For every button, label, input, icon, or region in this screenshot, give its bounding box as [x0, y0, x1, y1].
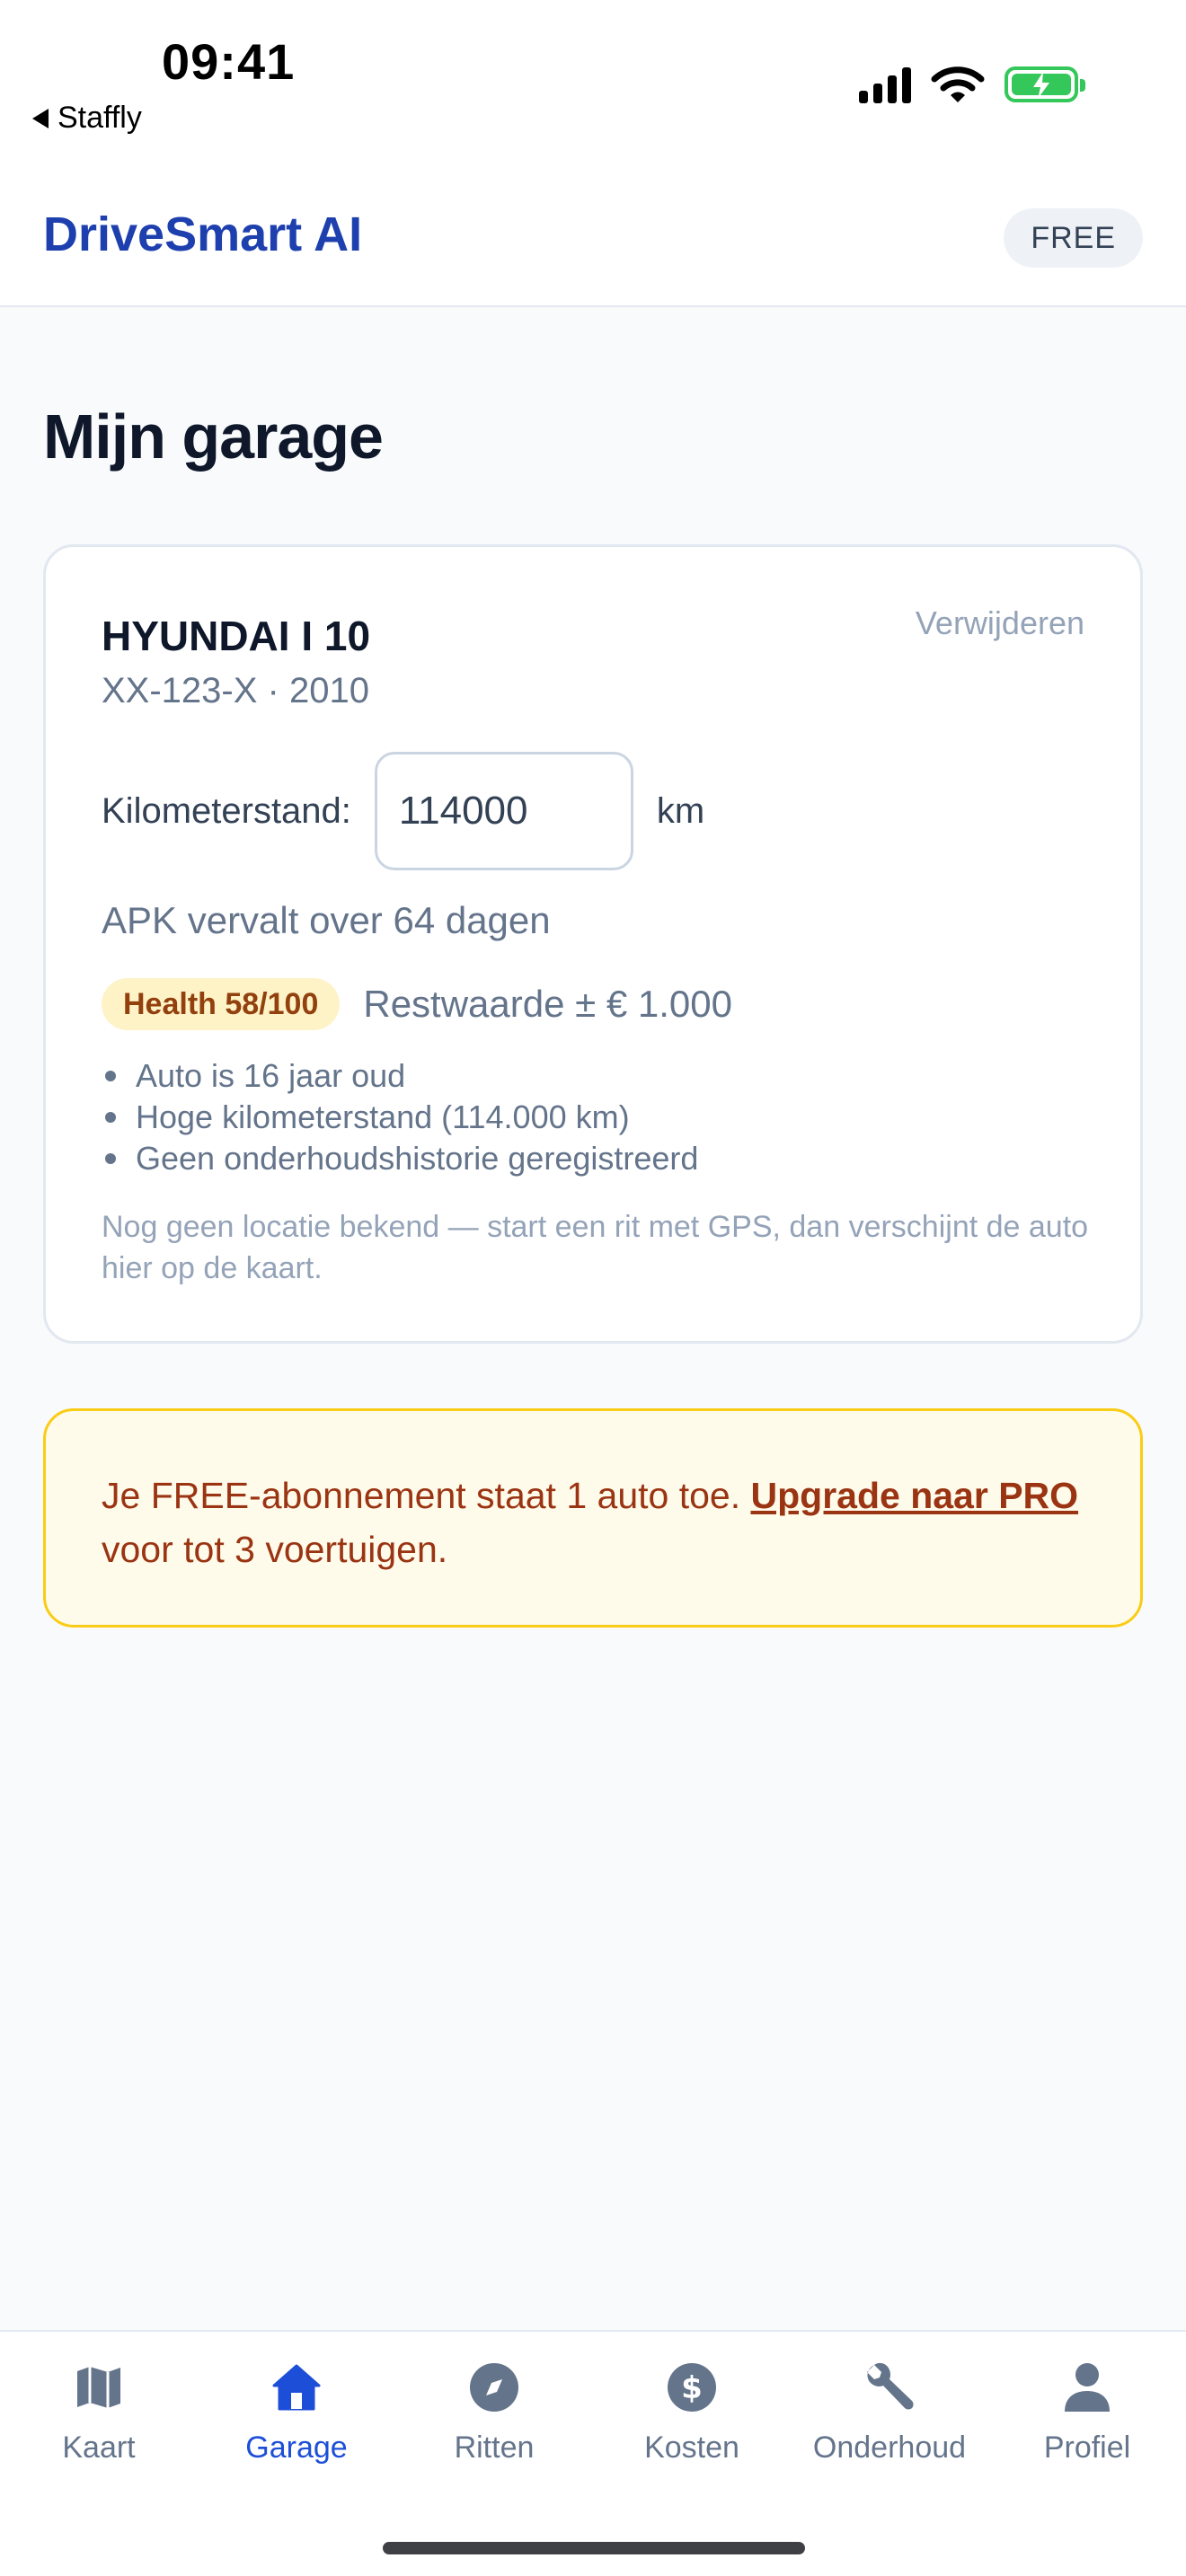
wrench-icon — [861, 2359, 918, 2416]
tab-profiel[interactable]: Profiel — [988, 2359, 1186, 2466]
home-icon — [268, 2359, 325, 2416]
odometer-input[interactable] — [374, 752, 633, 870]
tab-label: Profiel — [1043, 2430, 1131, 2465]
health-badge: Health 58/100 — [102, 978, 341, 1030]
page-title: Mijn garage — [43, 401, 384, 472]
status-bar: 09:41 Staffly — [0, 0, 1186, 171]
tab-garage[interactable]: Garage — [198, 2359, 395, 2466]
tab-label: Onderhoud — [812, 2430, 967, 2465]
user-icon — [1058, 2359, 1116, 2416]
bullet-icon — [105, 1071, 116, 1081]
back-arrow-icon — [32, 108, 49, 128]
tab-onderhoud[interactable]: Onderhoud — [791, 2359, 988, 2466]
tab-label: Kaart — [62, 2430, 136, 2465]
plan-badge[interactable]: FREE — [1004, 208, 1143, 268]
health-row: Health 58/100 Restwaarde ± € 1.000 — [102, 978, 732, 1030]
tab-kosten[interactable]: $ Kosten — [593, 2359, 791, 2466]
upgrade-notice: Je FREE-abonnement staat 1 auto toe. Upg… — [43, 1408, 1143, 1628]
bullet-icon — [105, 1112, 116, 1123]
tab-label: Kosten — [644, 2430, 739, 2465]
back-app-label: Staffly — [58, 101, 142, 135]
health-reasons-list: Auto is 16 jaar oud Hoge kilometerstand … — [102, 1055, 698, 1179]
apk-expiry-text: APK vervalt over 64 dagen — [102, 899, 551, 941]
app-brand-title: DriveSmart AI — [43, 207, 363, 261]
svg-text:$: $ — [681, 2370, 703, 2406]
app-header: DriveSmart AI FREE — [0, 171, 1186, 307]
wifi-icon — [931, 66, 985, 102]
status-time: 09:41 — [162, 33, 296, 90]
home-indicator[interactable] — [383, 2542, 805, 2554]
vehicle-name: HYUNDAI I 10 — [102, 613, 371, 659]
odometer-unit: km — [656, 790, 705, 831]
back-to-app-button[interactable]: Staffly — [32, 101, 142, 136]
map-icon — [70, 2359, 128, 2416]
list-item: Geen onderhoudshistorie geregistreerd — [102, 1138, 698, 1179]
odometer-row: Kilometerstand: km — [102, 752, 704, 870]
upgrade-text-before: Je FREE-abonnement staat 1 auto toe. — [102, 1475, 751, 1516]
location-note: Nog geen locatie bekend — start een rit … — [102, 1210, 1089, 1285]
list-item: Hoge kilometerstand (114.000 km) — [102, 1097, 698, 1138]
upgrade-pro-link[interactable]: Upgrade naar PRO — [751, 1475, 1079, 1516]
compass-icon — [465, 2359, 523, 2416]
list-item: Auto is 16 jaar oud — [102, 1055, 698, 1097]
vehicle-plate: XX-123-X — [102, 671, 258, 710]
tab-kaart[interactable]: Kaart — [0, 2359, 198, 2466]
tab-ritten[interactable]: Ritten — [395, 2359, 593, 2466]
bullet-icon — [105, 1153, 116, 1164]
upgrade-text-after: voor tot 3 voertuigen. — [102, 1529, 448, 1570]
vehicle-card: HYUNDAI I 10 Verwijderen XX-123-X · 2010… — [43, 544, 1143, 1344]
cellular-signal-icon — [859, 66, 911, 103]
residual-value: Restwaarde ± € 1.000 — [363, 983, 732, 1025]
tab-label: Garage — [245, 2430, 348, 2465]
tab-label: Ritten — [454, 2430, 535, 2465]
dollar-icon: $ — [663, 2359, 721, 2416]
vehicle-meta: XX-123-X · 2010 — [102, 671, 369, 711]
odometer-label: Kilometerstand: — [102, 790, 351, 831]
vehicle-meta-separator: · — [257, 671, 289, 710]
remove-vehicle-button[interactable]: Verwijderen — [916, 604, 1084, 642]
battery-icon — [1005, 66, 1085, 102]
system-indicators — [859, 65, 1085, 104]
bottom-tab-bar: Kaart Garage Ritten $ Kosten Onderhoud P… — [0, 2330, 1186, 2576]
vehicle-year: 2010 — [288, 671, 369, 710]
